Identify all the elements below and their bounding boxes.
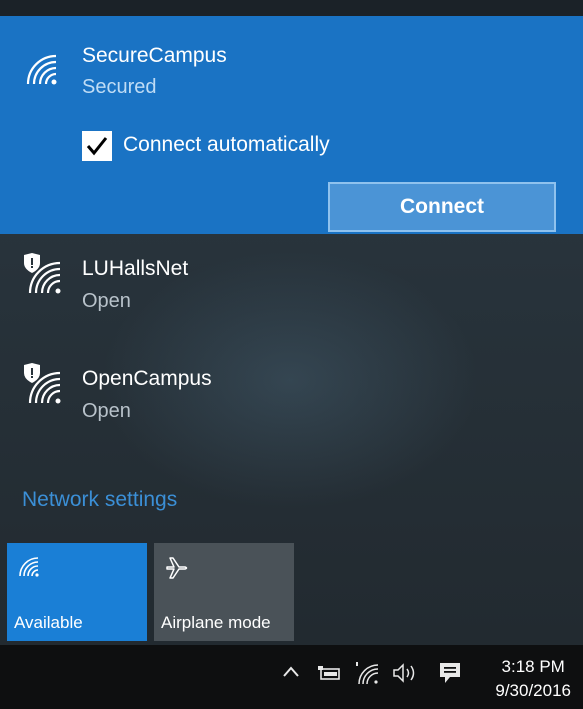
network-item-luhallsnet[interactable]: LUHallsNet Open — [0, 245, 583, 345]
quick-action-airplane-mode[interactable]: Airplane mode — [154, 543, 294, 641]
tile-label: Available — [14, 613, 83, 632]
connect-automatically-label: Connect automatically — [123, 133, 330, 156]
network-status: Secured — [82, 76, 157, 98]
network-flyout: SecureCampus Secured Connect automatical… — [0, 0, 583, 645]
connect-automatically-checkbox[interactable] — [82, 131, 112, 161]
airplane-icon — [164, 555, 190, 586]
volume-icon[interactable] — [392, 663, 420, 689]
wifi-icon[interactable] — [355, 661, 379, 691]
network-name: LUHallsNet — [82, 257, 189, 280]
wifi-icon — [24, 52, 60, 88]
tile-label: Airplane mode — [161, 613, 271, 632]
chevron-up-icon[interactable] — [282, 663, 300, 687]
network-name: SecureCampus — [82, 44, 227, 67]
network-settings-link[interactable]: Network settings — [22, 488, 177, 512]
battery-icon[interactable] — [318, 665, 342, 688]
network-name: OpenCampus — [82, 367, 212, 390]
taskbar: 3:18 PM 9/30/2016 — [0, 645, 583, 709]
network-status: Open — [82, 400, 131, 422]
network-item-opencampus[interactable]: OpenCampus Open — [0, 355, 583, 455]
selected-network-item[interactable]: SecureCampus Secured Connect automatical… — [0, 16, 583, 234]
wifi-shield-icon — [22, 253, 62, 295]
action-center-icon[interactable] — [438, 661, 462, 691]
wifi-icon — [17, 555, 41, 584]
wifi-shield-icon — [22, 363, 62, 405]
clock-date: 9/30/2016 — [495, 681, 571, 700]
quick-action-available[interactable]: Available — [7, 543, 147, 641]
network-status: Open — [82, 290, 131, 312]
connect-button[interactable]: Connect — [328, 182, 556, 232]
taskbar-clock[interactable]: 3:18 PM 9/30/2016 — [495, 655, 571, 703]
clock-time: 3:18 PM — [501, 657, 565, 676]
